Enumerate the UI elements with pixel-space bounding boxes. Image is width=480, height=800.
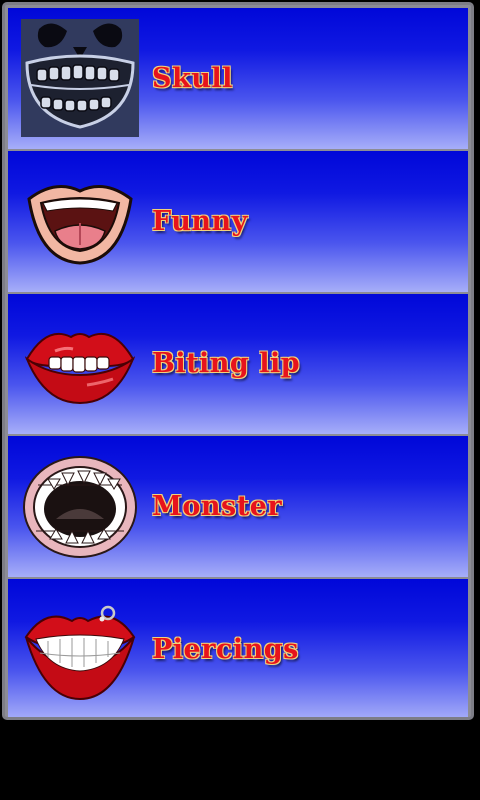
monster-mouth-icon [20, 447, 140, 567]
list-item-funny[interactable]: Funny [8, 150, 468, 292]
list-item-piercings[interactable]: Piercings [8, 579, 468, 717]
list-item-label: Skull [152, 62, 233, 94]
pierced-lips-mouth-icon [20, 590, 140, 710]
bottom-black-bar [0, 722, 480, 800]
list-item-skull[interactable]: Skull [8, 8, 468, 149]
list-frame: Skull Funny Biting lip Monster Piercings [2, 2, 474, 720]
funny-mouth-icon [20, 161, 140, 281]
list-item-label: Monster [152, 491, 283, 523]
biting-lip-mouth-icon [20, 304, 140, 424]
list-item-label: Piercings [152, 634, 299, 666]
list-item-label: Biting lip [152, 348, 301, 380]
list-item-label: Funny [152, 205, 248, 237]
skull-mouth-icon [20, 18, 140, 138]
mouth-list: Skull Funny Biting lip Monster Piercings [8, 8, 468, 717]
list-item-biting-lip[interactable]: Biting lip [8, 293, 468, 435]
list-item-monster[interactable]: Monster [8, 436, 468, 578]
